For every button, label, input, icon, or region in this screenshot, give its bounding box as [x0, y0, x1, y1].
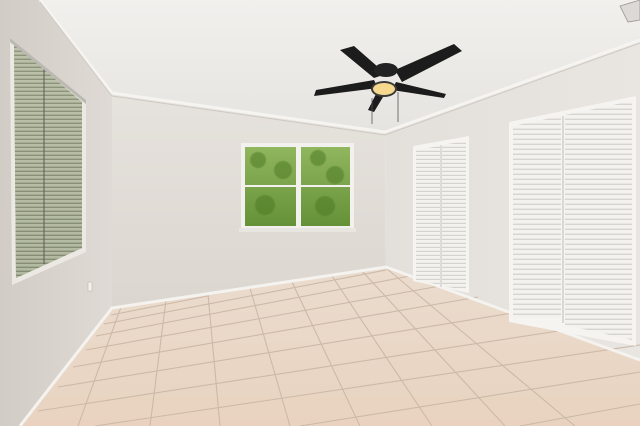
back-window [239, 143, 356, 232]
closet-small [413, 136, 469, 293]
wall-outlet [87, 281, 93, 292]
room-illustration [0, 0, 640, 426]
closet-large [509, 96, 636, 346]
empty-bedroom-photo [0, 0, 640, 426]
